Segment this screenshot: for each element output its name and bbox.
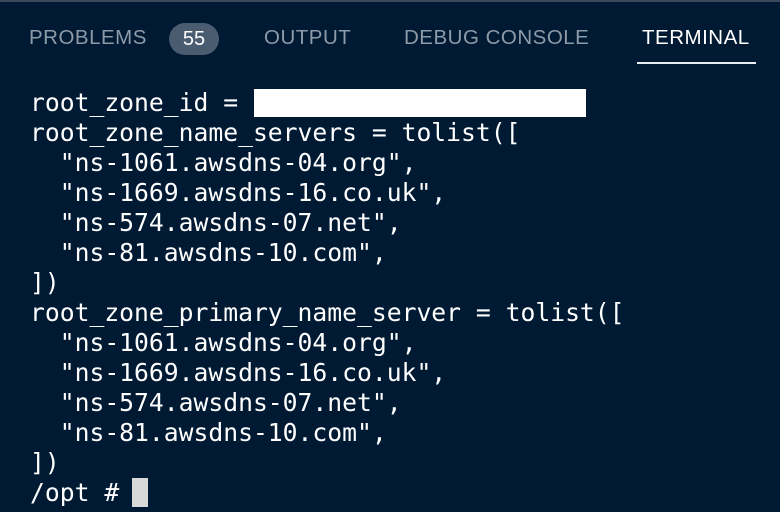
terminal-line: ]) — [30, 448, 60, 477]
terminal-line: "ns-1669.awsdns-16.co.uk", — [30, 358, 447, 387]
terminal-line: "ns-574.awsdns-07.net", — [30, 208, 402, 237]
terminal-cursor — [132, 478, 148, 507]
terminal-line: root_zone_primary_name_server = tolist([ — [30, 298, 625, 327]
terminal-prompt: /opt # — [30, 478, 135, 507]
terminal-line: "ns-1061.awsdns-04.org", — [30, 148, 417, 177]
terminal-line: ]) — [30, 268, 60, 297]
terminal-line: "ns-574.awsdns-07.net", — [30, 388, 402, 417]
tab-output[interactable]: OUTPUT — [264, 26, 351, 50]
tab-terminal[interactable]: TERMINAL — [642, 26, 750, 50]
terminal-line: root_zone_name_servers = tolist([ — [30, 118, 521, 147]
terminal-line: "ns-81.awsdns-10.com", — [30, 238, 387, 267]
terminal-line: "ns-1669.awsdns-16.co.uk", — [30, 178, 447, 207]
terminal-line: "ns-1061.awsdns-04.org", — [30, 328, 417, 357]
problems-count-badge: 55 — [169, 23, 219, 55]
panel-tab-bar: PROBLEMS 55 OUTPUT DEBUG CONSOLE TERMINA… — [0, 2, 780, 68]
active-tab-indicator — [637, 62, 756, 64]
redacted-zone-id — [254, 89, 586, 117]
tab-problems[interactable]: PROBLEMS — [29, 26, 147, 50]
tab-debug-console[interactable]: DEBUG CONSOLE — [404, 26, 589, 50]
terminal-line: root_zone_id = — [30, 88, 253, 117]
terminal-line: "ns-81.awsdns-10.com", — [30, 418, 387, 447]
